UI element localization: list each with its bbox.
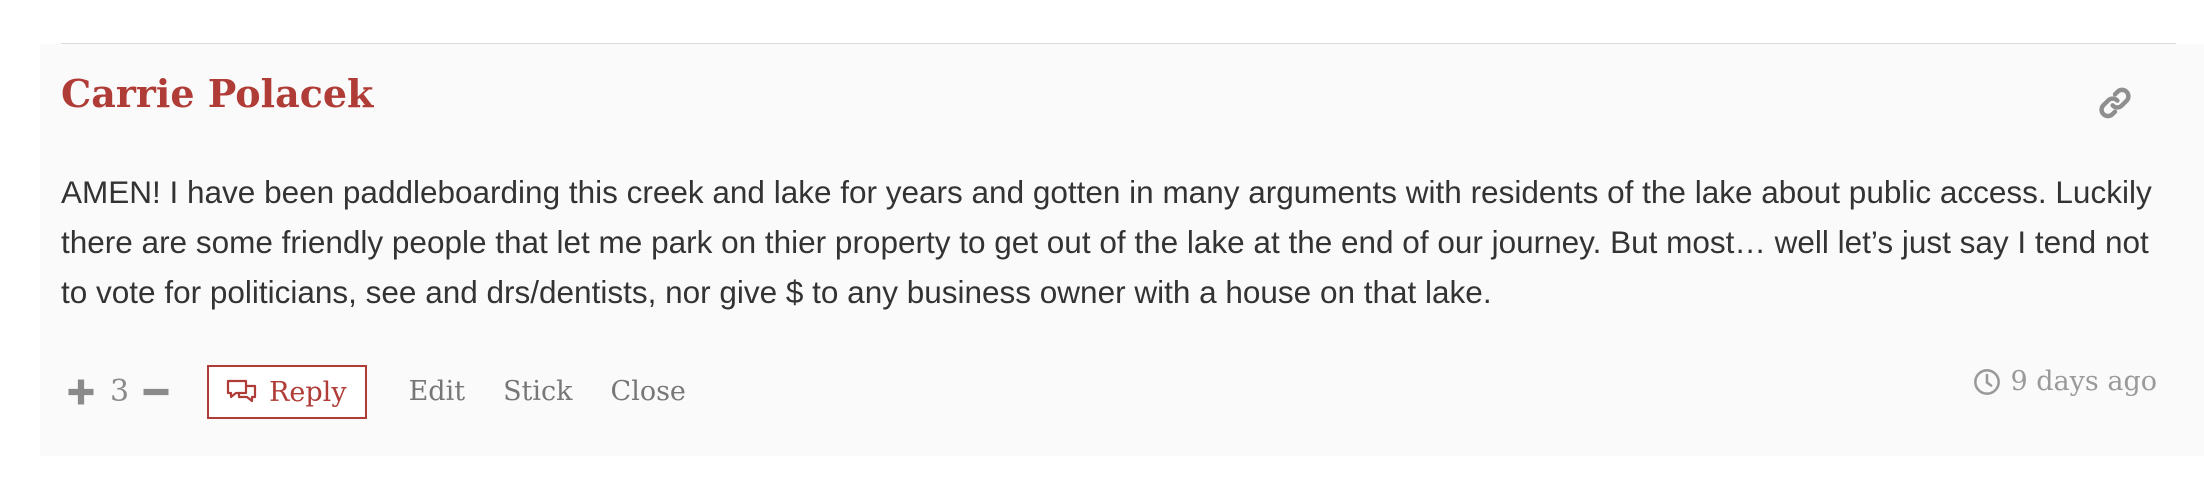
clock-icon bbox=[1973, 369, 2000, 395]
minus-icon[interactable] bbox=[141, 377, 171, 407]
link-icon[interactable] bbox=[2096, 84, 2134, 122]
comment-timestamp: 9 days ago bbox=[1973, 362, 2157, 402]
plus-icon[interactable] bbox=[66, 377, 96, 407]
comment-author[interactable]: Carrie Polacek bbox=[61, 64, 373, 124]
reply-label: Reply bbox=[269, 376, 347, 408]
comment-body: AMEN! I have been paddleboarding this cr… bbox=[61, 174, 2152, 310]
stick-link[interactable]: Stick bbox=[503, 362, 572, 422]
edit-link[interactable]: Edit bbox=[409, 362, 465, 422]
vote-score: 3 bbox=[110, 374, 130, 409]
reply-button[interactable]: Reply bbox=[207, 365, 367, 419]
close-link[interactable]: Close bbox=[611, 362, 686, 422]
comment-actions: 3 Reply Edit Stick Close bbox=[66, 362, 686, 422]
timestamp-text[interactable]: 9 days ago bbox=[2011, 362, 2157, 402]
speech-bubbles-icon bbox=[226, 379, 257, 403]
